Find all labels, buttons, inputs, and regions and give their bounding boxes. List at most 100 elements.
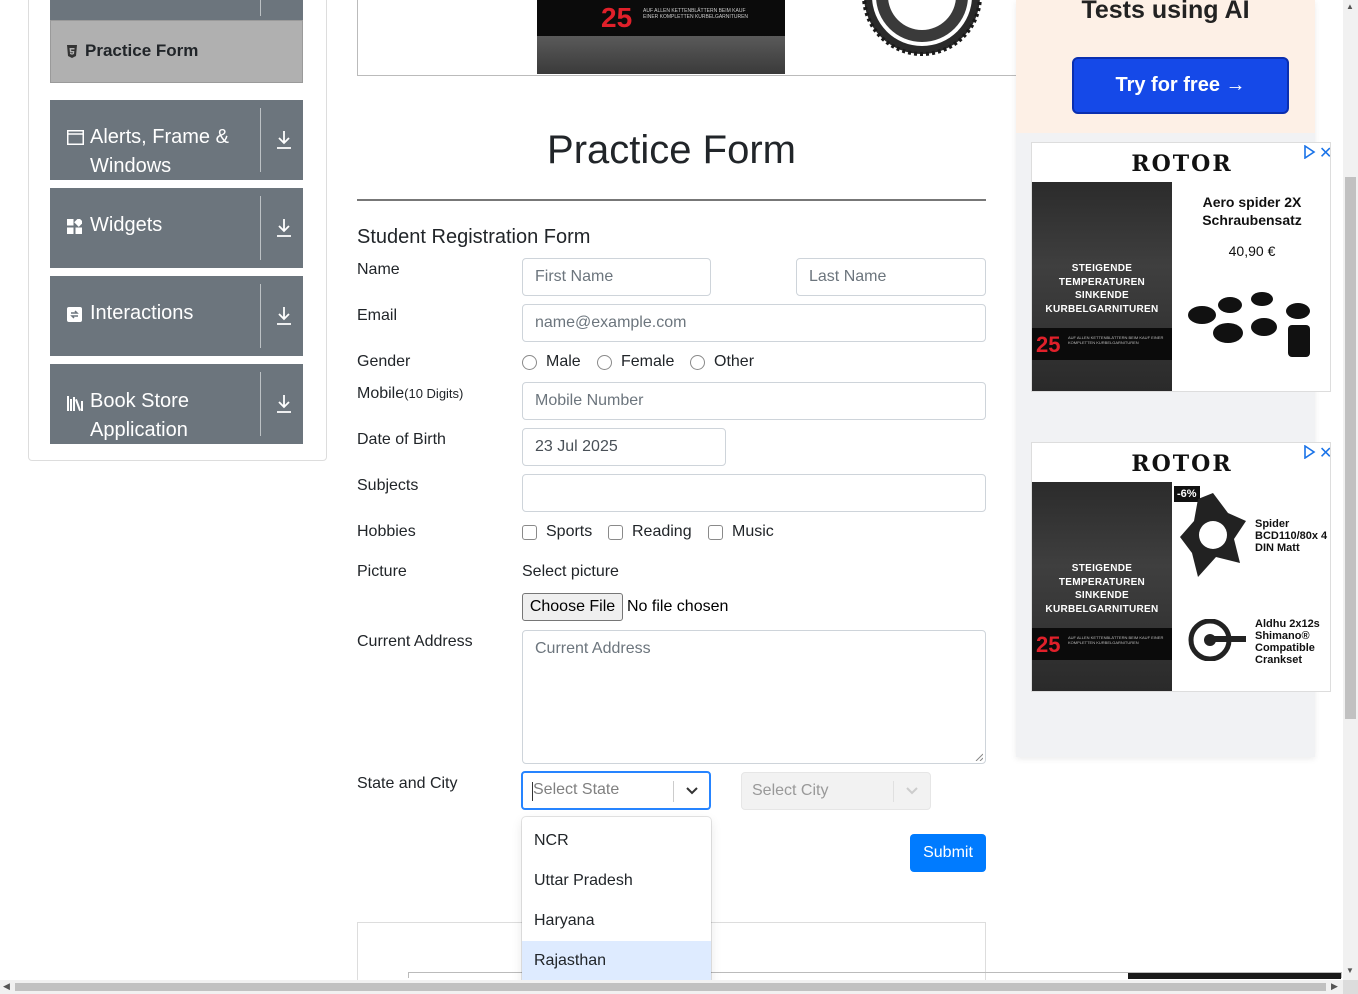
hobbies-label: Hobbies <box>357 523 416 540</box>
chevron-down-icon[interactable] <box>905 786 919 796</box>
text-cursor <box>532 782 533 801</box>
city-placeholder: Select City <box>752 782 829 799</box>
ad-brand: ROTOR <box>1131 151 1233 177</box>
picture-label: Picture <box>357 563 407 580</box>
gender-female-radio[interactable] <box>597 355 612 370</box>
dob-label: Date of Birth <box>357 431 446 448</box>
widgets-icon <box>67 219 82 234</box>
date-of-birth-input[interactable]: 23 Jul 2025 <box>522 428 726 466</box>
state-dropdown-menu[interactable]: NCR Uttar Pradesh Haryana Rajasthan <box>522 817 711 987</box>
submit-button[interactable]: Submit <box>910 834 986 872</box>
state-option-uttar-pradesh[interactable]: Uttar Pradesh <box>522 861 711 901</box>
sidebar-group-label: Book Store Application <box>90 390 189 441</box>
current-address-textarea[interactable]: Current Address <box>522 630 986 764</box>
rotor-ad-card-1[interactable]: ROTOR ✕ STEIGENDE TEMPERATUREN SINKENDE … <box>1031 142 1331 392</box>
address-placeholder: Current Address <box>535 640 651 657</box>
select-picture-label: Select picture <box>522 563 619 580</box>
sidebar-item-practice-form[interactable]: Practice Form <box>50 20 303 83</box>
sidebar-group-bookstore[interactable]: Book Store Application <box>50 364 303 444</box>
state-city-label: State and City <box>357 775 458 792</box>
last-name-input[interactable]: Last Name <box>796 258 986 296</box>
scroll-right-icon[interactable]: ▶ <box>1331 981 1338 992</box>
scrollbar-corner <box>1343 980 1358 994</box>
sidebar-group-alerts[interactable]: Alerts, Frame & Windows <box>50 100 303 180</box>
gender-label: Gender <box>357 353 411 370</box>
sidebar-group-interactions[interactable]: Interactions <box>50 276 303 356</box>
gender-male-label[interactable]: Male <box>546 353 581 371</box>
bolt-set-image <box>1188 292 1310 357</box>
first-name-input[interactable]: First Name <box>522 258 711 296</box>
horizontal-scroll-thumb[interactable] <box>15 983 1326 991</box>
city-select[interactable]: Select City <box>741 772 931 810</box>
ad-photo-text: STEIGENDE TEMPERATUREN SINKENDE KURBELGA… <box>1045 563 1159 615</box>
state-option-ncr[interactable]: NCR <box>522 821 711 861</box>
download-icon <box>277 395 291 413</box>
sidebar-item-label: Practice Form <box>85 41 199 60</box>
gender-male-radio[interactable] <box>522 355 537 370</box>
crankset-image <box>1188 619 1246 661</box>
ad-product-title: Aero spider 2X Schraubensatz <box>1202 194 1302 228</box>
adchoices-icon[interactable] <box>1302 445 1316 459</box>
ad-promo-image: 25 AUF ALLEN KETTENBLÄTTERN BEIM KAUF EI… <box>537 0 785 74</box>
hobby-sports-label[interactable]: Sports <box>546 523 592 541</box>
hobby-reading-checkbox[interactable] <box>608 525 623 540</box>
try-for-free-button[interactable]: Try for free → <box>1072 57 1289 114</box>
ad-headline: Tests using AI <box>1081 0 1250 24</box>
subjects-input[interactable] <box>522 474 986 512</box>
books-icon <box>67 396 83 411</box>
resize-handle-icon[interactable] <box>975 753 983 761</box>
email-input[interactable]: name@example.com <box>522 304 986 342</box>
chevron-down-icon[interactable] <box>685 786 699 796</box>
ad-discount-number: 25 <box>601 2 633 33</box>
scroll-up-icon[interactable]: ▲ <box>1346 2 1354 11</box>
hobby-music-checkbox[interactable] <box>708 525 723 540</box>
hobby-reading-label[interactable]: Reading <box>632 523 692 541</box>
download-icon <box>277 307 291 325</box>
hobby-music-label[interactable]: Music <box>732 523 774 541</box>
sidebar-group-label: Alerts, Frame & Windows <box>90 126 229 177</box>
page: Practice Form Alerts, Frame & Windows Wi… <box>0 0 1358 994</box>
ad-fine-print: AUF ALLEN KETTENBLÄTTERN BEIM KAUF EINER… <box>1068 335 1164 345</box>
sidebar-group-widgets[interactable]: Widgets <box>50 188 303 268</box>
vertical-scrollbar[interactable]: ▲ ▼ <box>1343 0 1358 980</box>
choose-file-button[interactable]: Choose File <box>522 593 623 621</box>
vertical-scroll-thumb[interactable] <box>1345 177 1356 719</box>
state-option-haryana[interactable]: Haryana <box>522 901 711 941</box>
scroll-left-icon[interactable]: ◀ <box>3 981 10 992</box>
window-icon <box>67 130 84 145</box>
html5-icon <box>67 45 77 58</box>
adchoices-icon[interactable] <box>1302 145 1316 159</box>
email-label: Email <box>357 307 398 324</box>
ad-product-1: Spider BCD110/80x 4 DIN Matt <box>1255 518 1328 554</box>
close-icon[interactable]: ✕ <box>1319 143 1330 163</box>
address-label: Current Address <box>357 633 473 650</box>
horizontal-scrollbar[interactable]: ◀ ▶ <box>0 980 1343 994</box>
ad-product-2: Aldhu 2x12s Shimano® Compatible Crankset <box>1255 618 1320 666</box>
state-select[interactable]: Select State <box>521 771 711 810</box>
mobile-label: Mobile(10 Digits) <box>357 385 464 402</box>
gender-female-label[interactable]: Female <box>621 353 674 371</box>
scroll-down-icon[interactable]: ▼ <box>1346 966 1354 975</box>
state-option-rajasthan[interactable]: Rajasthan <box>522 941 711 981</box>
gender-other-label[interactable]: Other <box>714 353 754 371</box>
mobile-hint: (10 Digits) <box>404 386 464 401</box>
ad-fine-print: AUF ALLEN KETTENBLÄTTERN BEIM KAUF EINER… <box>643 8 749 20</box>
download-icon <box>277 131 291 149</box>
subjects-label: Subjects <box>357 477 419 494</box>
chainring-icon <box>862 0 982 56</box>
mobile-input[interactable]: Mobile Number <box>522 382 986 420</box>
ad-photo: STEIGENDE TEMPERATUREN SINKENDE KURBELGA… <box>1032 482 1172 691</box>
ad-photo: STEIGENDE TEMPERATUREN SINKENDE KURBELGA… <box>1032 182 1172 391</box>
close-icon[interactable]: ✕ <box>1319 443 1330 463</box>
rotor-ad-card-2[interactable]: ROTOR ✕ STEIGENDE TEMPERATUREN SINKENDE … <box>1031 442 1331 692</box>
sidebar-group-label: Widgets <box>90 214 163 236</box>
page-title: Practice Form <box>547 128 796 172</box>
interactions-icon <box>67 307 82 322</box>
ad-number: 25 <box>1036 632 1061 657</box>
hobby-sports-checkbox[interactable] <box>522 525 537 540</box>
ai-tests-ad[interactable]: Tests using AI Try for free → <box>1016 0 1315 133</box>
ad-product-price: 40,90 € <box>1228 243 1276 259</box>
top-banner-ad[interactable]: 25 AUF ALLEN KETTENBLÄTTERN BEIM KAUF EI… <box>357 0 1017 76</box>
gender-other-radio[interactable] <box>690 355 705 370</box>
sidebar-group-forms[interactable] <box>50 0 303 20</box>
